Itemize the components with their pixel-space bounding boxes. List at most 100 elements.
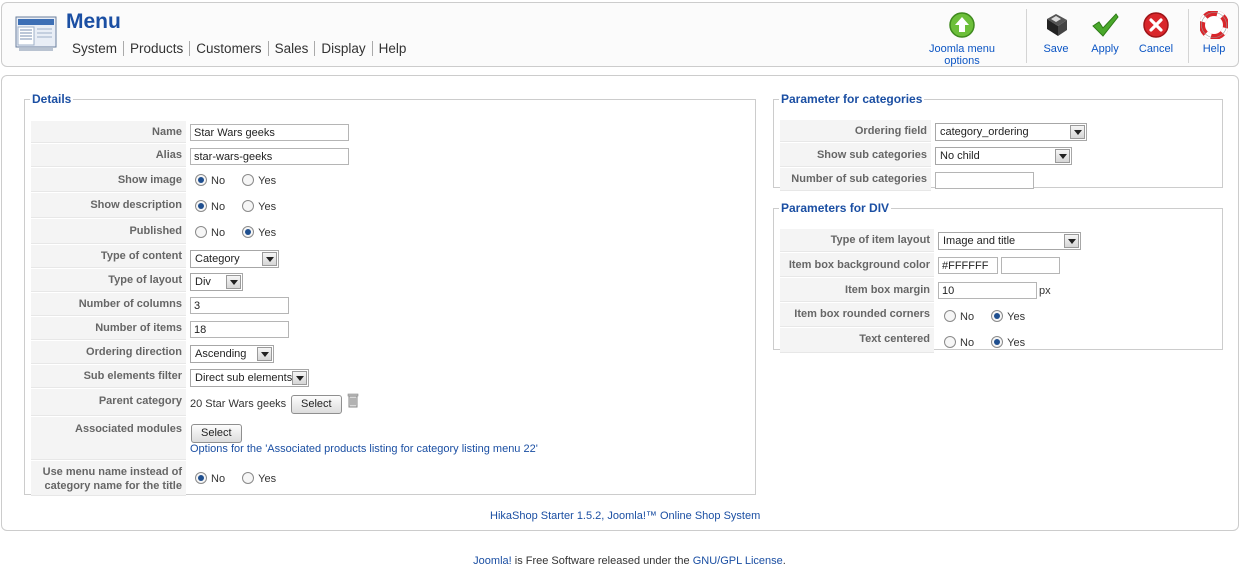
- save-button[interactable]: Save: [1038, 11, 1074, 55]
- parent-category-value: 20 Star Wars geeks: [190, 398, 287, 410]
- type-of-content-select[interactable]: Category: [190, 250, 279, 268]
- joomla-link[interactable]: Joomla!: [473, 555, 512, 567]
- chevron-down-icon: [257, 347, 272, 361]
- show-image-no-radio[interactable]: [195, 174, 207, 186]
- show-sub-categories-value: No child: [940, 150, 980, 162]
- menu-products[interactable]: Products: [123, 41, 189, 56]
- bg-color-label: Item box background color: [780, 253, 934, 277]
- number-of-items-label: Number of items: [31, 317, 186, 340]
- chevron-down-icon: [292, 371, 307, 385]
- use-menu-name-label: Use menu name instead of category name f…: [31, 461, 186, 496]
- associated-modules-label: Associated modules: [31, 417, 186, 460]
- radio-yes-label: Yes: [1007, 311, 1026, 323]
- menu-display[interactable]: Display: [314, 41, 371, 56]
- joomla-menu-options-button[interactable]: Joomla menu options: [910, 11, 1014, 67]
- radio-no-label: No: [211, 227, 226, 239]
- div-params-legend: Parameters for DIV: [781, 201, 890, 215]
- use-menu-name-label-line2: category name for the title: [44, 480, 182, 492]
- published-no-radio[interactable]: [195, 226, 207, 238]
- number-of-sub-categories-input[interactable]: [935, 172, 1034, 189]
- chevron-down-icon: [226, 275, 241, 289]
- apply-label: Apply: [1091, 43, 1119, 55]
- alias-label: Alias: [31, 144, 186, 167]
- radio-no-label: No: [211, 201, 226, 213]
- menu-system[interactable]: System: [66, 41, 123, 56]
- rounded-corners-no-radio[interactable]: [944, 310, 956, 322]
- item-layout-label: Type of item layout: [780, 229, 934, 252]
- menu-sales[interactable]: Sales: [267, 41, 315, 56]
- trash-icon[interactable]: [347, 392, 359, 411]
- item-layout-value: Image and title: [943, 235, 1016, 247]
- chevron-down-icon: [262, 252, 277, 266]
- number-of-items-input[interactable]: [190, 321, 289, 338]
- text-centered-label: Text centered: [780, 328, 934, 353]
- show-sub-categories-select[interactable]: No child: [935, 147, 1072, 165]
- parent-category-label: Parent category: [31, 389, 186, 416]
- ordering-direction-value: Ascending: [195, 348, 247, 360]
- help-button[interactable]: Help: [1198, 11, 1230, 55]
- radio-yes-label: Yes: [1007, 337, 1026, 349]
- cancel-icon: [1143, 12, 1169, 38]
- categories-legend: Parameter for categories: [781, 92, 923, 106]
- alias-input[interactable]: [190, 148, 349, 165]
- sub-elements-filter-value: Direct sub elements: [195, 372, 293, 384]
- menu-help[interactable]: Help: [371, 41, 413, 56]
- lifebuoy-icon: [1200, 11, 1228, 39]
- margin-input[interactable]: [938, 282, 1037, 299]
- rounded-corners-yes-radio[interactable]: [991, 310, 1004, 322]
- parent-category-select-button[interactable]: Select: [291, 395, 342, 414]
- radio-no-label: No: [960, 311, 975, 323]
- checkmark-icon: [1092, 13, 1119, 37]
- radio-yes-label: Yes: [258, 473, 277, 485]
- help-label: Help: [1202, 43, 1226, 55]
- toolbar-separator: [1026, 9, 1027, 63]
- associated-modules-select-button[interactable]: Select: [191, 424, 242, 443]
- gpl-license-link[interactable]: GNU/GPL License: [693, 555, 783, 567]
- hikashop-version-link[interactable]: HikaShop Starter 1.5.2, Joomla!™ Online …: [490, 510, 760, 522]
- radio-no-label: No: [211, 175, 226, 187]
- show-description-label: Show description: [31, 193, 186, 218]
- cancel-button[interactable]: Cancel: [1136, 11, 1176, 55]
- published-label: Published: [31, 219, 186, 244]
- type-of-content-label: Type of content: [31, 245, 186, 268]
- toolbar-header: Menu System Products Customers Sales Dis…: [1, 2, 1239, 67]
- use-menu-name-no-radio[interactable]: [195, 472, 207, 484]
- name-label: Name: [31, 121, 186, 143]
- associated-modules-options-link[interactable]: Options for the 'Associated products lis…: [190, 443, 538, 455]
- published-yes-radio[interactable]: [242, 226, 255, 238]
- ordering-direction-select[interactable]: Ascending: [190, 345, 274, 363]
- text-centered-no-radio[interactable]: [944, 336, 956, 348]
- type-of-layout-select[interactable]: Div: [190, 273, 243, 291]
- save-label: Save: [1043, 43, 1069, 55]
- show-image-yes-radio[interactable]: [242, 174, 255, 186]
- type-of-layout-label: Type of layout: [31, 269, 186, 292]
- show-image-label: Show image: [31, 168, 186, 192]
- rounded-corners-label: Item box rounded corners: [780, 303, 934, 327]
- margin-unit: px: [1039, 285, 1051, 297]
- toolbar-separator: [1188, 9, 1189, 63]
- name-input[interactable]: [190, 124, 349, 141]
- menu-customers[interactable]: Customers: [189, 41, 267, 56]
- type-of-content-value: Category: [195, 253, 240, 265]
- bg-color-input[interactable]: [938, 257, 998, 274]
- ordering-field-select[interactable]: category_ordering: [935, 123, 1087, 141]
- text-centered-yes-radio[interactable]: [991, 336, 1004, 348]
- number-of-columns-input[interactable]: [190, 297, 289, 314]
- apply-button[interactable]: Apply: [1087, 11, 1123, 55]
- text-centered-radios: No Yes: [944, 336, 1039, 349]
- show-description-radios: No Yes: [195, 200, 290, 213]
- use-menu-name-radios: No Yes: [195, 472, 290, 485]
- cancel-label: Cancel: [1138, 43, 1174, 55]
- radio-no-label: No: [211, 473, 226, 485]
- item-layout-select[interactable]: Image and title: [938, 232, 1081, 250]
- show-description-yes-radio[interactable]: [242, 200, 255, 212]
- color-preview-swatch[interactable]: [1001, 257, 1060, 274]
- sub-elements-filter-select[interactable]: Direct sub elements: [190, 369, 309, 387]
- page-footer: Joomla! is Free Software released under …: [0, 555, 1259, 567]
- floppy-disk-icon: [1047, 14, 1067, 36]
- categories-fieldset: Parameter for categories Ordering field …: [773, 92, 1223, 191]
- show-description-no-radio[interactable]: [195, 200, 207, 212]
- number-of-sub-categories-label: Number of sub categories: [780, 168, 931, 191]
- use-menu-name-yes-radio[interactable]: [242, 472, 255, 484]
- number-of-columns-label: Number of columns: [31, 293, 186, 316]
